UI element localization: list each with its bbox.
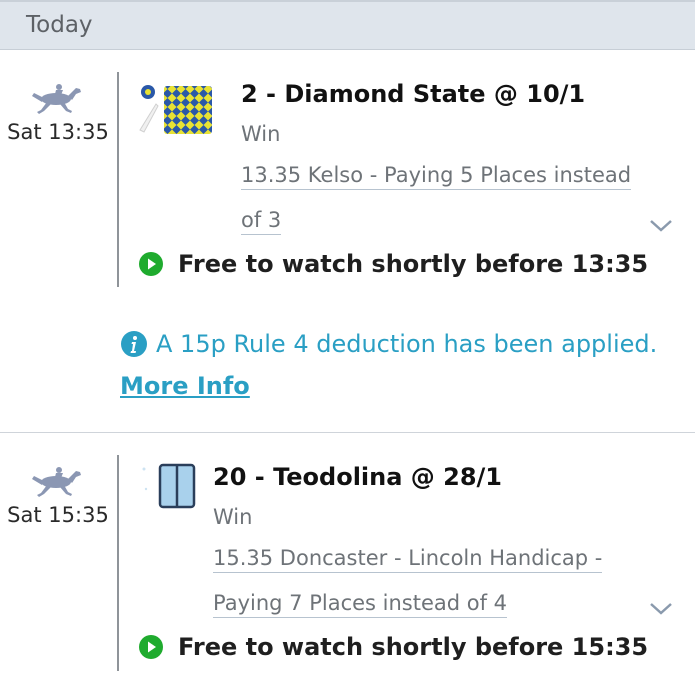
race-time: Sat 15:35 [7,503,109,527]
chevron-down-icon[interactable] [648,601,674,617]
chevron-down-icon[interactable] [648,218,674,234]
rule4-text: A 15p Rule 4 deduction has been applied. [156,330,658,358]
market-type: Win [241,122,281,146]
race-info: Sat 15:35 [0,463,116,527]
section-title: Today [26,12,93,38]
play-icon [139,252,163,276]
rule4-notice: A 15p Rule 4 deduction has been applied. [120,330,657,358]
event-line-1: 13.35 Kelso - Paying 5 Places instead [241,163,632,190]
jockey-silk-icon [142,463,196,509]
more-info-link[interactable]: More Info [120,372,250,400]
play-icon [139,635,163,659]
bet-card[interactable]: Sat 15:35 20 - Teodolina @ 28/1 Win 15.3… [0,433,695,688]
race-info: Sat 13:35 [0,80,116,144]
event-line-2: of 3 [241,208,282,235]
watch-text: Free to watch shortly before 15:35 [178,633,649,661]
jockey-silk-icon [139,85,212,134]
watch-row[interactable]: Free to watch shortly before 15:35 [138,633,648,661]
race-time: Sat 13:35 [7,120,109,144]
event-line-2: Paying 7 Places instead of 4 [213,591,508,618]
horse-racing-icon [32,84,81,114]
horse-racing-icon [32,467,81,497]
market-type: Win [213,505,253,529]
watch-row[interactable]: Free to watch shortly before 13:35 [138,250,648,278]
timeline-line [117,455,119,671]
timeline-line [117,72,119,287]
event-line-1: 15.35 Doncaster - Lincoln Handicap - [213,546,603,573]
bet-card[interactable]: Sat 13:35 2 - Diamond State @ 10/1 Win 1… [0,50,695,432]
section-header-today: Today [0,2,695,50]
selection-title[interactable]: 2 - Diamond State @ 10/1 [241,80,585,108]
watch-text: Free to watch shortly before 13:35 [178,250,649,278]
selection-title[interactable]: 20 - Teodolina @ 28/1 [213,463,502,491]
info-icon [121,331,147,357]
